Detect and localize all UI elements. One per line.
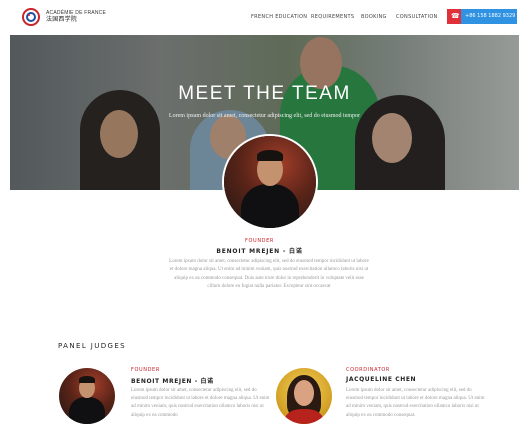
nav-requirements[interactable]: REQUIREMENTS	[311, 14, 354, 20]
portrait-body	[284, 409, 324, 424]
hero-subtitle: Lorem ipsum dolor sit amet, consectetur …	[168, 113, 361, 119]
phone-button[interactable]: +86 158 1882 9329	[447, 9, 517, 24]
portrait-hair	[79, 376, 95, 384]
hero-title: MEET THE TEAM	[178, 83, 351, 104]
portrait-hair	[257, 149, 283, 161]
portrait-body	[240, 183, 300, 228]
judge-name: JACQUELINE CHEN	[346, 376, 417, 383]
founder-name: BENOIT MREJEN - 白诺	[216, 248, 303, 255]
site-header: ACADÉMIE DE FRANCE 法国西学院 FRENCH EDUCATIO…	[0, 0, 519, 34]
phone-icon	[447, 9, 461, 24]
portrait-body	[69, 397, 105, 424]
judge-name: BENOIT MREJEN - 白诺	[131, 378, 214, 385]
brand-name[interactable]: ACADÉMIE DE FRANCE 法国西学院	[46, 10, 106, 24]
brand-line-chinese: 法国西学院	[46, 17, 78, 23]
founder-avatar	[222, 134, 318, 230]
judge-avatar	[276, 368, 332, 424]
founder-bio: Lorem ipsum dolor sit amet, consectetur …	[169, 259, 369, 290]
academy-logo[interactable]	[22, 8, 40, 26]
panel-judges-heading: PANEL JUDGES	[58, 342, 127, 350]
judge-avatar	[59, 368, 115, 424]
nav-booking[interactable]: BOOKING	[361, 14, 387, 20]
brand-line-latin: ACADÉMIE DE FRANCE	[46, 10, 106, 16]
nav-french-education[interactable]: FRENCH EDUCATION	[251, 14, 307, 20]
logo-dot-icon	[28, 14, 30, 16]
portrait-face	[293, 380, 315, 407]
judge-role: COORDINATOR	[346, 367, 390, 373]
phone-number: +86 158 1882 9329	[465, 13, 516, 19]
nav-consultation[interactable]: CONSULTATION	[396, 14, 438, 20]
judge-bio: Lorem ipsum dolor sit amet, consectetur …	[346, 388, 485, 418]
judge-role: FOUNDER	[131, 367, 160, 373]
founder-role: FOUNDER	[245, 238, 274, 244]
judge-bio: Lorem ipsum dolor sit amet, consectetur …	[131, 388, 270, 418]
